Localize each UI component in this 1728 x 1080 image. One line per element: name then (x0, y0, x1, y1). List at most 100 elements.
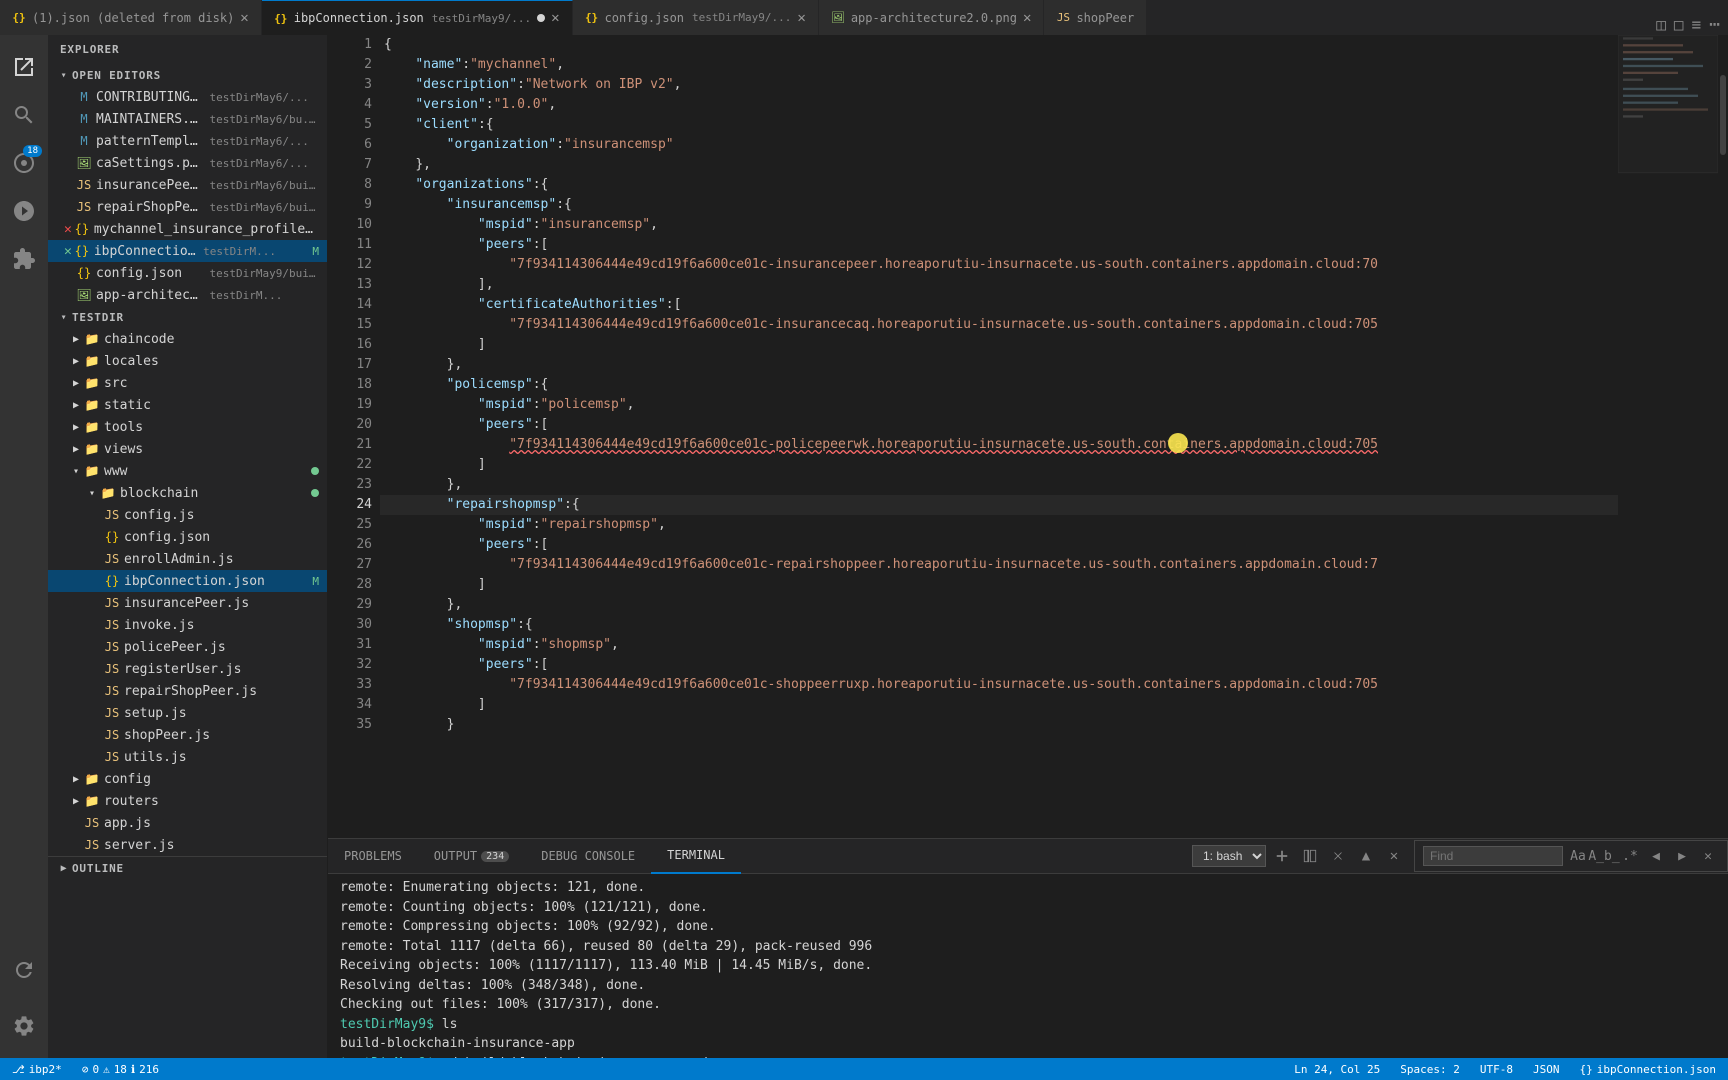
code-line-16: ] (380, 335, 1618, 355)
chevron-outline: ▶ (56, 860, 72, 876)
tree-insurancepeerjs[interactable]: JS insurancePeer.js (48, 592, 327, 614)
tree-appjs[interactable]: JS app.js (48, 812, 327, 834)
open-editor-mychannel[interactable]: ✕ {} mychannel_insurance_profile (1).j..… (48, 218, 327, 240)
tree-chaincode[interactable]: ▶ 📁 chaincode (48, 328, 327, 350)
editor-code[interactable]: { "name": "mychannel", "description": "N… (380, 35, 1618, 838)
terminal-selector[interactable]: 1: bash (1192, 845, 1266, 867)
open-editor-contributing[interactable]: M CONTRIBUTING.md testDirMay6/... (48, 86, 327, 108)
status-filename[interactable]: {} ibpConnection.json (1576, 1058, 1720, 1080)
find-whole-word[interactable]: A̲b̲ (1593, 845, 1615, 867)
find-regex[interactable]: .* (1619, 845, 1641, 867)
tree-ibpconnection[interactable]: {} ibpConnection.json M (48, 570, 327, 592)
split-editor-icon[interactable]: ◫ (1656, 15, 1666, 34)
activity-debug[interactable] (0, 187, 48, 235)
open-editor-casettings[interactable]: 🖼 caSettings.png testDirMay6/... (48, 152, 327, 174)
tab-shoppeer[interactable]: JS shopPeer (1044, 0, 1147, 35)
tree-tools[interactable]: ▶ 📁 tools (48, 416, 327, 438)
tree-invokejs[interactable]: JS invoke.js (48, 614, 327, 636)
tree-utilsjs[interactable]: JS utils.js (48, 746, 327, 768)
tab-terminal[interactable]: TERMINAL (651, 839, 741, 874)
open-editor-repairshopper[interactable]: JS repairShopPeer.js testDirMay6/build..… (48, 196, 327, 218)
tree-config-folder[interactable]: ▶ 📁 config (48, 768, 327, 790)
folder-icon-src: 📁 (84, 375, 100, 391)
section-testdir[interactable]: ▾ TESTDIR (48, 306, 327, 328)
section-open-editors[interactable]: ▾ OPEN EDITORS (48, 64, 327, 86)
tab-config-json[interactable]: {} config.json testDirMay9/... ✕ (573, 0, 819, 35)
tab-problems[interactable]: PROBLEMS (328, 839, 418, 874)
problems-label: PROBLEMS (344, 849, 402, 863)
activity-remote[interactable] (0, 946, 48, 994)
open-editor-patterntemplate[interactable]: M patternTemplate.md testDirMay6/... (48, 130, 327, 152)
file-icon-json3: {} (76, 265, 92, 281)
line-numbers: 1 2 3 4 5 6 7 8 9 10 11 12 13 14 15 16 1… (328, 35, 380, 838)
code-line-6: "organization": "insurancemsp" (380, 135, 1618, 155)
find-next[interactable]: ▶ (1671, 845, 1693, 867)
terminal-content[interactable]: remote: Enumerating objects: 121, done. … (328, 874, 1728, 1058)
split-terminal-button[interactable] (1298, 844, 1322, 868)
activity-git[interactable]: 18 (0, 139, 48, 187)
tree-blockchain[interactable]: ▾ 📁 blockchain (48, 482, 327, 504)
tab-ibpconnection[interactable]: {} ibpConnection.json testDirMay9/... ✕ (262, 0, 573, 35)
tree-views[interactable]: ▶ 📁 views (48, 438, 327, 460)
section-outline[interactable]: ▶ OUTLINE (48, 857, 327, 879)
breadcrumb-icon[interactable]: ≡ (1692, 15, 1702, 34)
find-prev[interactable]: ◀ (1645, 845, 1667, 867)
status-errors[interactable]: ⊘ 0 ⚠ 18 ℹ 216 (78, 1058, 163, 1080)
file-icon-invokejs: JS (104, 617, 120, 633)
tree-static[interactable]: ▶ 📁 static (48, 394, 327, 416)
tab-close-config[interactable]: ✕ (797, 11, 805, 25)
add-terminal-button[interactable] (1270, 844, 1294, 868)
find-match-case[interactable]: Aa (1567, 845, 1589, 867)
tree-configjson[interactable]: {} config.json (48, 526, 327, 548)
code-line-2: "name": "mychannel", (380, 55, 1618, 75)
more-actions-icon[interactable]: ⋯ (1709, 14, 1720, 35)
tree-shoppeerjs[interactable]: JS shopPeer.js (48, 724, 327, 746)
status-branch[interactable]: ⎇ ibp2* (8, 1058, 66, 1080)
status-cursor[interactable]: Ln 24, Col 25 (1290, 1058, 1384, 1080)
info-count: 216 (139, 1063, 159, 1076)
tree-setupjs[interactable]: JS setup.js (48, 702, 327, 724)
editor-scroll-thumb[interactable] (1720, 75, 1726, 155)
tree-configjs[interactable]: JS config.js (48, 504, 327, 526)
status-language[interactable]: JSON (1529, 1058, 1564, 1080)
panel-maximize-button[interactable]: ▲ (1354, 844, 1378, 868)
tab-close-deleted[interactable]: ✕ (240, 11, 248, 25)
terminal-find-input[interactable] (1423, 846, 1563, 866)
status-spaces[interactable]: Spaces: 2 (1396, 1058, 1464, 1080)
code-line-23: }, (380, 475, 1618, 495)
activity-settings[interactable] (0, 1002, 48, 1050)
status-encoding[interactable]: UTF-8 (1476, 1058, 1517, 1080)
tab-app-architecture[interactable]: 🖼 app-architecture2.0.png ✕ (819, 0, 1045, 35)
tab-debug-console[interactable]: DEBUG CONSOLE (525, 839, 651, 874)
tree-registeruserjs[interactable]: JS registerUser.js (48, 658, 327, 680)
bottom-panel: PROBLEMS OUTPUT 234 DEBUG CONSOLE TERMIN… (328, 838, 1728, 1058)
code-line-14: "certificateAuthorities": [ (380, 295, 1618, 315)
activity-search[interactable] (0, 91, 48, 139)
open-editor-config[interactable]: {} config.json testDirMay9/build-blo... (48, 262, 327, 284)
editor-layout-icon[interactable]: □ (1674, 15, 1684, 34)
tree-serverjs[interactable]: JS server.js (48, 834, 327, 856)
open-editor-insurancepeer[interactable]: JS insurancePeer.js testDirMay6/build... (48, 174, 327, 196)
tab-output[interactable]: OUTPUT 234 (418, 839, 525, 874)
tree-src[interactable]: ▶ 📁 src (48, 372, 327, 394)
tab-close-ibp[interactable]: ✕ (551, 11, 559, 25)
panel-close-button[interactable]: ✕ (1382, 844, 1406, 868)
find-close[interactable]: ✕ (1697, 845, 1719, 867)
activity-extensions[interactable] (0, 235, 48, 283)
editor-scrollbar[interactable] (1718, 35, 1728, 838)
tree-routers[interactable]: ▶ 📁 routers (48, 790, 327, 812)
tree-www[interactable]: ▾ 📁 www (48, 460, 327, 482)
tree-policepeerjs[interactable]: JS policePeer.js (48, 636, 327, 658)
tab-deleted-json[interactable]: {} (1).json (deleted from disk) ✕ (0, 0, 262, 35)
tab-close-arch[interactable]: ✕ (1023, 11, 1031, 25)
open-editor-ibpconnection[interactable]: ✕ {} ibpConnection.json testDirM... M (48, 240, 327, 262)
kill-terminal-button[interactable] (1326, 844, 1350, 868)
tree-locales[interactable]: ▶ 📁 locales (48, 350, 327, 372)
folder-icon-tools: 📁 (84, 419, 100, 435)
activity-explorer[interactable] (0, 43, 48, 91)
chevron-tools: ▶ (68, 419, 84, 435)
open-editor-maintainers[interactable]: M MAINTAINERS.md testDirMay6/bu... (48, 108, 327, 130)
tree-enrolladmin[interactable]: JS enrollAdmin.js (48, 548, 327, 570)
open-editor-apparch[interactable]: 🖼 app-architecture2.0.png testDirM... (48, 284, 327, 306)
tree-repairshoppeerjs[interactable]: JS repairShopPeer.js (48, 680, 327, 702)
